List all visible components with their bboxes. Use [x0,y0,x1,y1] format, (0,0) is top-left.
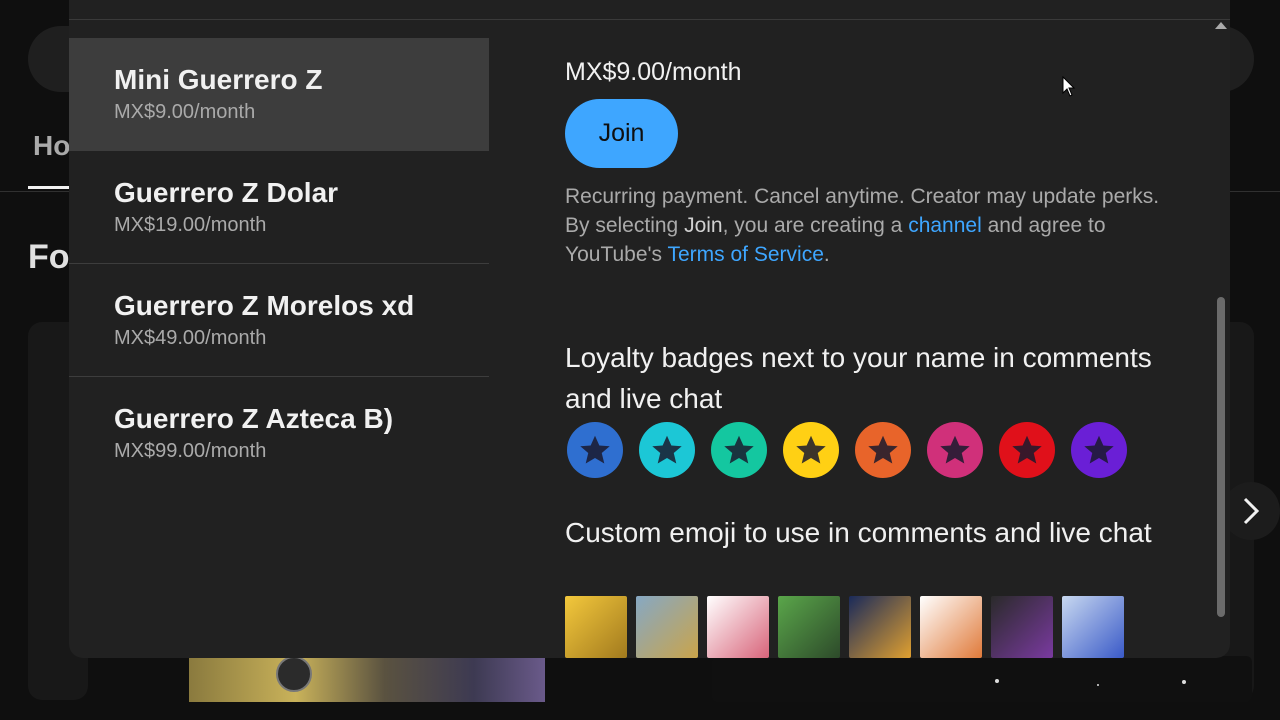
custom-emoji-image [920,596,982,658]
fine-print-text: By selecting [565,214,685,237]
tier-item[interactable]: Guerrero Z Azteca B) MX$99.00/month [69,377,489,490]
scrollbar-thumb[interactable] [1217,297,1225,617]
background-video-thumbnail [712,656,1252,702]
membership-tier-list: Mini Guerrero Z MX$9.00/month Guerrero Z… [69,38,489,490]
chevron-right-icon [1243,497,1260,525]
fine-print: Recurring payment. Cancel anytime. Creat… [565,182,1165,269]
tier-item[interactable]: Mini Guerrero Z MX$9.00/month [69,38,489,151]
tier-name: Guerrero Z Dolar [114,177,339,208]
custom-emoji-image [565,596,627,658]
mouse-pointer-icon [1062,76,1076,97]
fine-print-join-word: Join [684,214,723,237]
background-section-heading: Fo [28,238,70,276]
fine-print-text: . [823,243,830,266]
loyalty-badge-icon [639,422,695,478]
join-button[interactable]: Join [565,99,678,168]
selected-tier-price: MX$9.00/month [565,58,742,86]
background-video-thumbnail [189,656,545,702]
custom-emoji-image [778,596,840,658]
next-arrow-button[interactable] [1222,482,1280,540]
tier-name: Guerrero Z Morelos xd [114,290,415,321]
loyalty-badge-icon [567,422,623,478]
tier-item[interactable]: Guerrero Z Dolar MX$19.00/month [69,151,489,264]
fine-print-line: By selecting Join, you are creating a ch… [565,211,1165,269]
perk-title-badges: Loyalty badges next to your name in comm… [565,342,1152,414]
fine-print-line: Recurring payment. Cancel anytime. Creat… [565,185,1160,208]
terms-of-service-link[interactable]: Terms of Service [668,243,824,266]
custom-emoji-image [1062,596,1124,658]
scroll-up-arrow[interactable] [1215,22,1227,29]
dialog-header-divider [69,0,1230,20]
custom-emoji-image [707,596,769,658]
custom-emoji-row [565,596,1124,658]
background-tab-home: Ho [33,130,71,161]
fine-print-text: , you are creating a [722,214,909,237]
background-decoration [1182,680,1186,684]
background-tab-underline [28,186,70,189]
tier-price: MX$9.00/month [114,101,256,123]
tier-price: MX$19.00/month [114,214,267,236]
loyalty-badge-icon [1071,422,1127,478]
membership-dialog: Mini Guerrero Z MX$9.00/month Guerrero Z… [69,0,1230,658]
tier-item[interactable]: Guerrero Z Morelos xd MX$49.00/month [69,264,489,377]
loyalty-badge-icon [927,422,983,478]
perk-title-emoji: Custom emoji to use in comments and live… [565,517,1152,548]
loyalty-badges-row [567,422,1127,478]
loyalty-badge-icon [855,422,911,478]
custom-emoji-image [991,596,1053,658]
tier-price: MX$49.00/month [114,327,267,349]
background-decoration [1097,684,1099,686]
loyalty-badge-icon [783,422,839,478]
loyalty-badge-icon [711,422,767,478]
loyalty-badge-icon [999,422,1055,478]
background-decoration [995,679,999,683]
channel-link[interactable]: channel [908,214,982,237]
custom-emoji-image [636,596,698,658]
background-thumbnail-emblem [276,656,312,692]
tier-name: Guerrero Z Azteca B) [114,403,394,434]
custom-emoji-image [849,596,911,658]
tier-name: Mini Guerrero Z [114,64,323,95]
tier-price: MX$99.00/month [114,440,267,462]
